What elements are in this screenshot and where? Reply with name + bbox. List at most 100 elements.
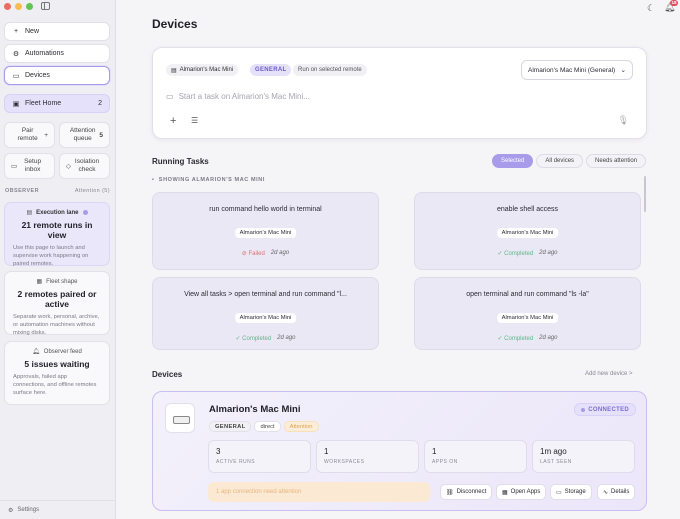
showing-label-text: SHOWING ALMARION'S MAC MINI (158, 177, 266, 183)
grid-icon: ▦ (36, 279, 43, 285)
device-tag-general: GENERAL (209, 421, 252, 432)
main-content: Devices ☾ 🔔︎ 18 ▤ Almarion's Mac Mini GE… (117, 0, 680, 519)
device-name: Almarion's Mac Mini (209, 404, 301, 415)
sidebar-item-automations[interactable]: ⚙ Automations (4, 44, 110, 63)
status-badge: CONNECTED (574, 403, 636, 416)
mic-icon[interactable]: 🎙︎ (618, 115, 629, 126)
close-window-button[interactable] (4, 3, 11, 10)
attention-count: 5 (99, 131, 103, 139)
sidebar-toggle-icon[interactable] (41, 2, 50, 10)
task-title: run command hello world in terminal (209, 206, 322, 213)
window-controls (4, 3, 33, 10)
observer-feed-card[interactable]: 🔔︎ Observer feed 5 issues waiting Approv… (4, 341, 110, 405)
observer-attention: Attention (5) (74, 188, 110, 194)
setup-inbox-label: Setup inbox (24, 158, 42, 173)
task-device-tag: Almarion's Mac Mini (234, 313, 297, 323)
check-circle-icon: ✓ (235, 336, 241, 342)
sidebar-item-devices[interactable]: ▭ Devices (4, 66, 110, 85)
observer-header: OBSERVER Attention (5) (5, 188, 110, 194)
settings-button[interactable]: ⚙ Settings (0, 500, 116, 519)
new-label: New (25, 28, 40, 35)
sidebar-item-label: Fleet Home (25, 100, 62, 107)
task-title: View all tasks > open terminal and run c… (184, 291, 347, 298)
device-chip[interactable]: ▤ Almarion's Mac Mini (166, 64, 239, 76)
tasks-scrollbar[interactable] (644, 176, 646, 212)
fleet-shape-card[interactable]: ▦ Fleet shape 2 remotes paired or active… (4, 271, 110, 336)
isolation-check-button[interactable]: ◇ Isolation check (59, 153, 110, 179)
stat-label: WORKSPACES (324, 459, 365, 465)
task-status: Failed (248, 251, 265, 257)
pulse-icon: ∿ (603, 489, 609, 496)
task-title: enable shell access (496, 206, 559, 213)
stat-value: 3 (216, 447, 221, 456)
pair-remote-button[interactable]: Pair remote + (4, 122, 55, 148)
attention-queue-button[interactable]: Attention queue 5 (59, 122, 110, 148)
storage-label: Storage (564, 489, 586, 495)
task-card[interactable]: View all tasks > open terminal and run c… (152, 277, 379, 350)
attach-plus-icon[interactable]: + (170, 115, 176, 127)
task-card[interactable]: open terminal and run command "ls -la" A… (414, 277, 641, 350)
disconnect-button[interactable]: ⛓ Disconnect (440, 484, 493, 500)
monitor-icon: ▭ (12, 72, 20, 80)
task-composer: ▤ Almarion's Mac Mini GENERAL Run on sel… (152, 47, 647, 139)
settings-label: Settings (17, 507, 40, 513)
task-device-tag: Almarion's Mac Mini (496, 228, 559, 238)
task-card[interactable]: enable shell access Almarion's Mac Mini … (414, 192, 641, 270)
device-card[interactable]: Almarion's Mac Mini GENERAL direct Atten… (152, 391, 647, 511)
active-dot-icon (82, 210, 88, 215)
execution-lane-card[interactable]: ▤ Execution lane 21 remote runs in view … (4, 202, 110, 267)
device-tag-direct: direct (254, 421, 281, 432)
details-button[interactable]: ∿ Details (597, 484, 636, 500)
stat-value: 1 (432, 447, 437, 456)
filter-all-devices[interactable]: All devices (536, 154, 584, 168)
task-time: 2d ago (539, 250, 558, 256)
device-tag-attention: Attention (283, 421, 319, 432)
bell-icon: 🔔︎ (32, 349, 40, 355)
stat-value: 1 (324, 447, 329, 456)
storage-button[interactable]: ▭ Storage (550, 484, 592, 500)
isolation-check-label: Isolation check (74, 158, 100, 173)
stat-active-runs: 3 ACTIVE RUNS (208, 440, 311, 473)
fleet-icon: ▣ (12, 100, 20, 108)
gear-icon: ⚙ (12, 50, 20, 58)
task-input[interactable]: ▭ Start a task on Almarion's Mac Mini... (166, 92, 310, 101)
run-chip[interactable]: Run on selected remote (293, 64, 367, 76)
status-dot-icon (581, 407, 586, 412)
sidebar-item-label: Devices (25, 72, 50, 79)
task-status: Completed (504, 336, 534, 342)
card-desc: Use this page to launch and supervise wo… (13, 245, 89, 267)
task-time: 2d ago (277, 335, 296, 341)
device-select[interactable]: Almarion's Mac Mini (General) ⌄ (521, 60, 633, 80)
moon-icon[interactable]: ☾ (647, 3, 655, 14)
monitor-icon: ▭ (166, 92, 174, 101)
general-chip[interactable]: GENERAL (250, 64, 292, 76)
fleet-count: 2 (98, 100, 102, 107)
sidebar-item-fleet-home[interactable]: ▣ Fleet Home 2 (4, 94, 110, 113)
task-status: Completed (504, 251, 534, 257)
task-device-tag: Almarion's Mac Mini (496, 313, 559, 323)
add-device-link[interactable]: Add new device > (585, 371, 633, 377)
zoom-window-button[interactable] (26, 3, 33, 10)
card-title: Fleet shape (46, 278, 78, 285)
settings-sliders-icon[interactable]: ☰ (191, 116, 198, 125)
card-title: Execution lane (36, 209, 79, 216)
drive-icon: ▭ (556, 489, 562, 496)
minimize-window-button[interactable] (15, 3, 22, 10)
check-circle-icon: ✓ (497, 336, 503, 342)
card-title: Observer feed (43, 348, 82, 355)
stat-workspaces: 1 WORKSPACES (316, 440, 419, 473)
filter-selected[interactable]: Selected (492, 154, 534, 168)
open-apps-button[interactable]: ▦ Open Apps (496, 484, 547, 500)
devices-section-title: Devices (152, 370, 183, 379)
task-device-tag: Almarion's Mac Mini (234, 228, 297, 238)
new-button[interactable]: + New (4, 22, 110, 41)
filter-needs-attention[interactable]: Needs attention (586, 154, 647, 168)
stat-label: ACTIVE RUNS (216, 459, 256, 465)
device-tags: GENERAL direct Attention (209, 421, 319, 432)
task-card[interactable]: run command hello world in terminal Alma… (152, 192, 379, 270)
task-time: 2d ago (270, 250, 290, 256)
open-apps-label: Open Apps (510, 489, 541, 495)
card-value: 2 remotes paired or active (17, 289, 97, 309)
setup-inbox-button[interactable]: ▭ Setup inbox (4, 153, 55, 179)
device-chip-label: Almarion's Mac Mini (179, 67, 234, 73)
